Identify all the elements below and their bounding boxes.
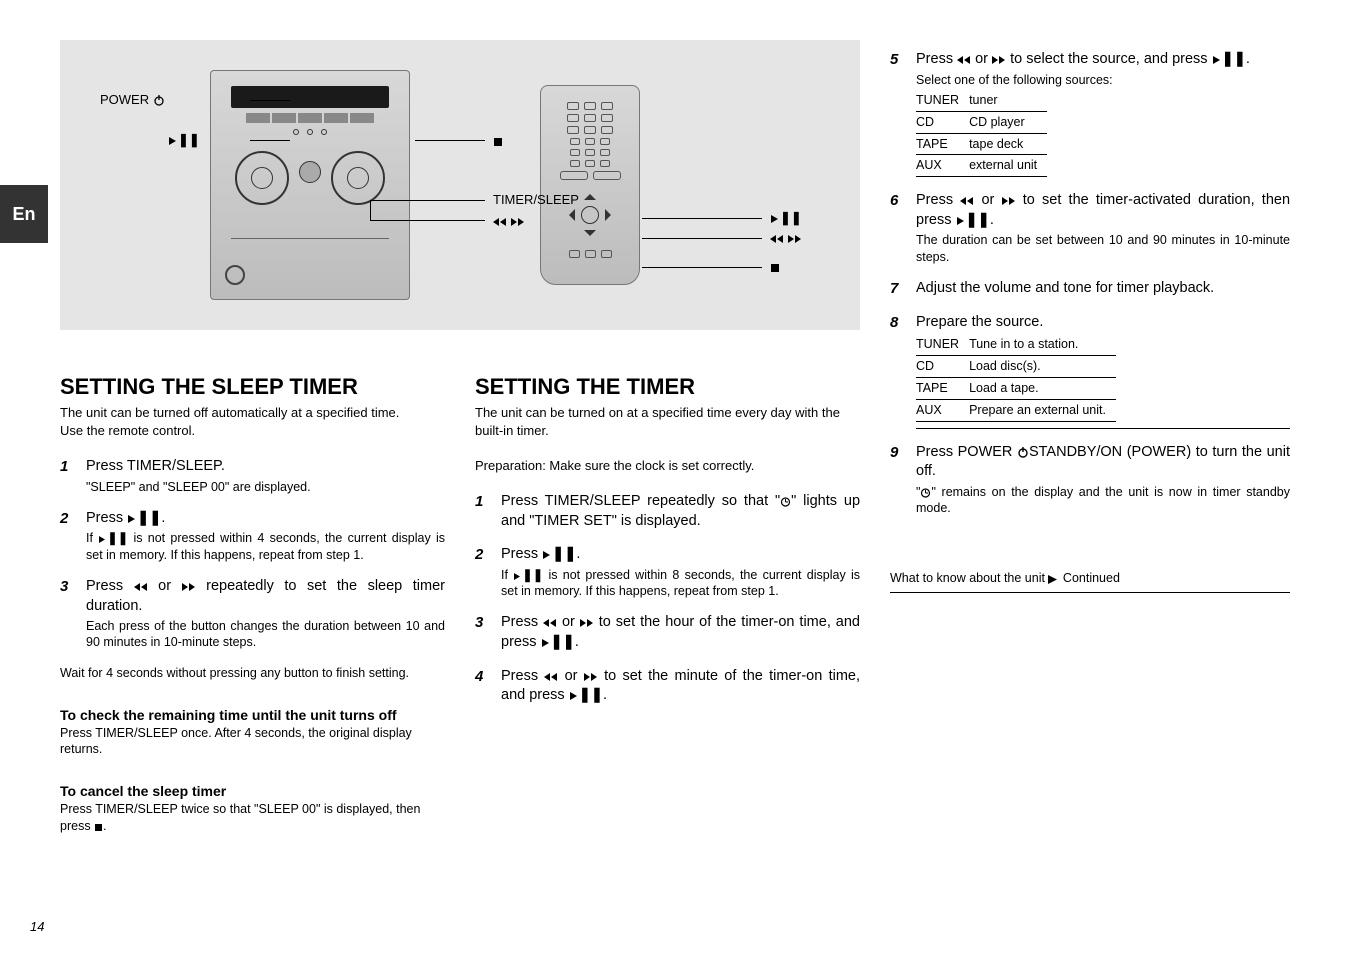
timer-step-1: Press TIMER/SLEEP repeatedly so that "" … [475,492,860,531]
ff-icon [992,55,1006,65]
table-row: CDLoad disc(s). [916,355,1116,377]
play-icon [770,214,780,224]
rew-icon [960,196,974,206]
play-icon [168,136,178,146]
source-table: TUNERtuner CDCD player TAPEtape deck AUX… [916,90,1047,178]
sleep-check-heading: To check the remaining time until the un… [60,707,445,723]
arrow-right-icon [1048,575,1059,584]
play-icon [542,550,552,560]
stereo-unit-illustration [210,70,410,300]
timer-intro: The unit can be turned on at a specified… [475,404,860,474]
label-pause: ❚❚ [168,132,200,148]
play-icon [541,638,551,648]
table-row: TAPEtape deck [916,133,1047,155]
sleep-step-1: Press TIMER/SLEEP. "SLEEP" and "SLEEP 00… [60,457,445,495]
sleep-intro: The unit can be turned off automatically… [60,404,445,439]
play-icon [1212,55,1222,65]
timer-step-2: Press ❚❚. If ❚❚ is not pressed within 8 … [475,545,860,599]
sleep-step-2: Press ❚❚. If ❚❚ is not pressed within 4 … [60,509,445,563]
ff-icon [788,234,802,244]
play-icon [569,691,579,701]
sleep-steps: Press TIMER/SLEEP. "SLEEP" and "SLEEP 00… [60,457,445,651]
label-stop [493,133,503,148]
clock-icon [780,496,791,507]
remote-label-seek [770,230,802,245]
table-row: TUNERTune in to a station. [916,334,1116,355]
right-step-5: Press or to select the source, and press… [890,50,1290,177]
play-icon [127,514,137,524]
prepare-source-table: TUNERTune in to a station. CDLoad disc(s… [916,334,1116,422]
left-area: POWER ❚❚ TIMER/SLEEP ❚❚ [60,40,860,834]
table-row: AUXexternal unit [916,155,1047,177]
remote-label-pause: ❚❚ [770,210,802,226]
timer-step-4: Press or to set the minute of the timer-… [475,667,860,706]
power-icon [1017,446,1029,458]
stop-icon [770,263,780,273]
timer-section: SETTING THE TIMER The unit can be turned… [475,370,860,834]
sleep-check-body: Press TIMER/SLEEP once. After 4 seconds,… [60,725,445,758]
rew-icon [770,234,784,244]
play-icon [513,572,522,581]
table-row: TUNERtuner [916,90,1047,111]
device-diagram: POWER ❚❚ TIMER/SLEEP ❚❚ [60,40,860,330]
language-tab: En [0,185,48,243]
label-power: POWER [100,92,165,107]
timer-title: SETTING THE TIMER [475,374,860,400]
right-step-9: Press POWER STANDBY/ON (POWER) to turn t… [890,443,1290,517]
remote-label-stop [770,259,780,274]
ff-icon [580,618,594,628]
stop-icon [94,823,103,832]
sleep-title: SETTING THE SLEEP TIMER [60,374,445,400]
table-row: CDCD player [916,111,1047,133]
right-step-8: Prepare the source. TUNERTune in to a st… [890,313,1290,429]
table-row: TAPELoad a tape. [916,377,1116,399]
play-icon [956,216,966,226]
power-icon [153,94,165,106]
lower-columns: SETTING THE SLEEP TIMER The unit can be … [60,370,860,834]
right-column: Press or to select the source, and press… [890,40,1290,834]
table-row: AUXPrepare an external unit. [916,399,1116,421]
ff-icon [511,217,525,227]
clock-icon [920,487,931,498]
sleep-timer-section: SETTING THE SLEEP TIMER The unit can be … [60,370,445,834]
stop-icon [493,137,503,147]
timer-steps: Press TIMER/SLEEP repeatedly so that "" … [475,492,860,705]
right-steps: Press or to select the source, and press… [890,50,1290,516]
right-step-7: Adjust the volume and tone for timer pla… [890,279,1290,299]
sleep-cancel-body: Press TIMER/SLEEP twice so that "SLEEP 0… [60,801,445,834]
sleep-step-3: Press or repeatedly to set the sleep tim… [60,577,445,651]
rew-icon [543,618,557,628]
rew-icon [544,672,558,682]
ff-icon [584,672,598,682]
remote-illustration [540,85,640,285]
rew-icon [134,582,148,592]
rew-icon [493,217,507,227]
sleep-wait-note: Wait for 4 seconds without pressing any … [60,665,445,681]
right-step-6: Press or to set the timer-activated dura… [890,191,1290,265]
label-seek [493,213,525,228]
timer-step-3: Press or to set the hour of the timer-on… [475,613,860,652]
page: POWER ❚❚ TIMER/SLEEP ❚❚ [60,40,1290,834]
ff-icon [1002,196,1016,206]
footer-know-block: What to know about the unit Continued [890,570,1290,586]
rew-icon [957,55,971,65]
page-number: 14 [30,919,44,934]
sleep-cancel-heading: To cancel the sleep timer [60,783,445,799]
label-timer-sleep: TIMER/SLEEP [493,192,579,207]
ff-icon [182,582,196,592]
play-icon [98,535,107,544]
